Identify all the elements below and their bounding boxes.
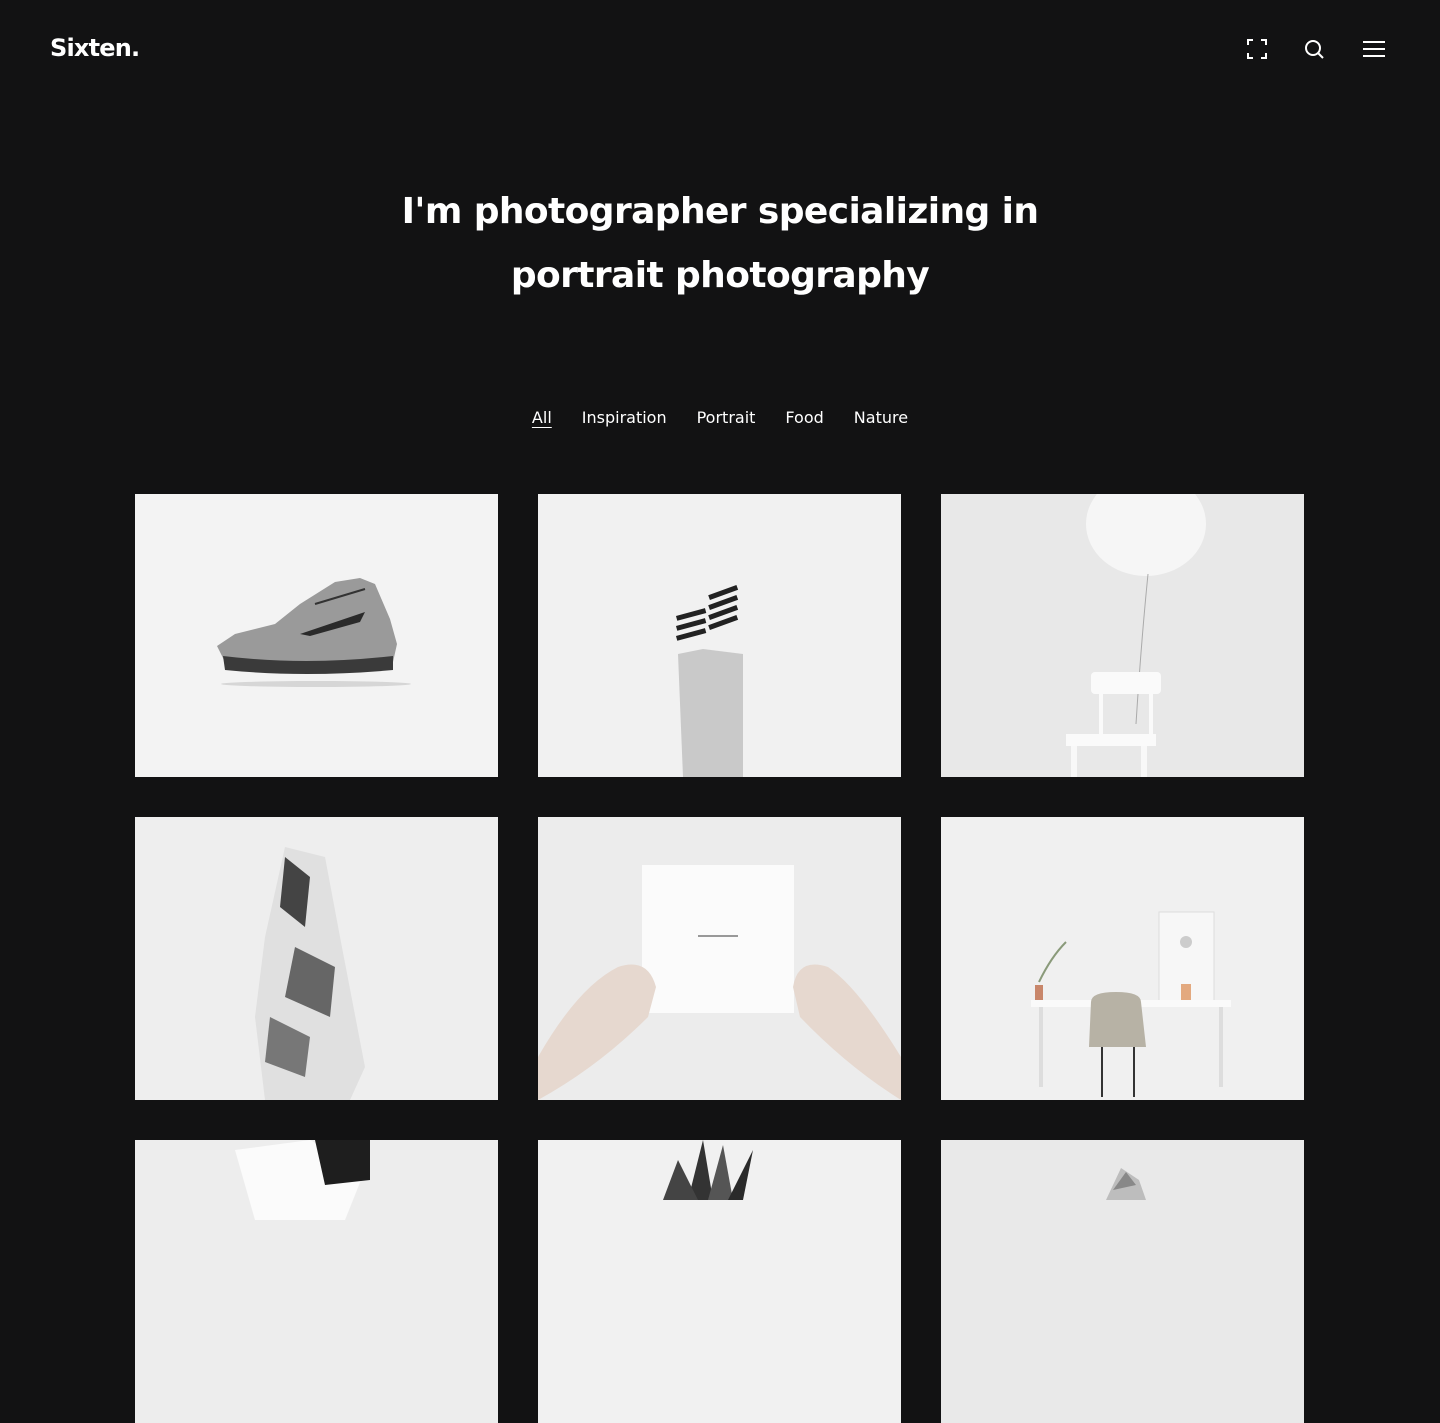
gallery-item-hands-card[interactable] xyxy=(538,817,901,1100)
sculpture-image xyxy=(941,1140,1304,1423)
portfolio-filter: All Inspiration Portrait Food Nature xyxy=(0,408,1440,427)
gallery-grid xyxy=(135,494,1305,1423)
hero-line-1: I'm photographer specializing in xyxy=(401,191,1039,232)
pineapple-image xyxy=(538,1140,901,1423)
fullscreen-button[interactable] xyxy=(1245,37,1269,61)
hero-line-2: portrait photography xyxy=(510,255,930,296)
balloon-chair-image xyxy=(941,494,1304,777)
gallery-item-pineapple[interactable] xyxy=(538,1140,901,1423)
desk-chair-image xyxy=(941,817,1304,1100)
search-button[interactable] xyxy=(1302,37,1326,61)
filter-portrait[interactable]: Portrait xyxy=(697,408,756,427)
seated-figure-image xyxy=(135,1140,498,1423)
filter-inspiration[interactable]: Inspiration xyxy=(582,408,667,427)
site-header: Sixten. xyxy=(0,0,1440,100)
gallery-item-desk-chair[interactable] xyxy=(941,817,1304,1100)
gallery-item-sneaker[interactable] xyxy=(135,494,498,777)
striped-socks-image xyxy=(538,494,901,777)
fullscreen-icon xyxy=(1247,39,1267,59)
hero-heading: I'm photographer specializing in portrai… xyxy=(320,180,1120,308)
filter-food[interactable]: Food xyxy=(785,408,823,427)
search-icon xyxy=(1305,40,1324,59)
filter-nature[interactable]: Nature xyxy=(854,408,908,427)
sneaker-image xyxy=(135,494,498,777)
menu-button[interactable] xyxy=(1362,37,1386,61)
gallery-item-sculpture[interactable] xyxy=(941,1140,1304,1423)
filter-all[interactable]: All xyxy=(532,408,552,427)
gallery-item-seated-figure[interactable] xyxy=(135,1140,498,1423)
gallery-item-balloon-chair[interactable] xyxy=(941,494,1304,777)
hands-card-image xyxy=(538,817,901,1100)
wrapped-figure-image xyxy=(135,817,498,1100)
site-logo[interactable]: Sixten. xyxy=(50,34,140,62)
gallery-item-wrapped-figure[interactable] xyxy=(135,817,498,1100)
gallery-item-striped-socks[interactable] xyxy=(538,494,901,777)
menu-icon xyxy=(1363,41,1385,57)
